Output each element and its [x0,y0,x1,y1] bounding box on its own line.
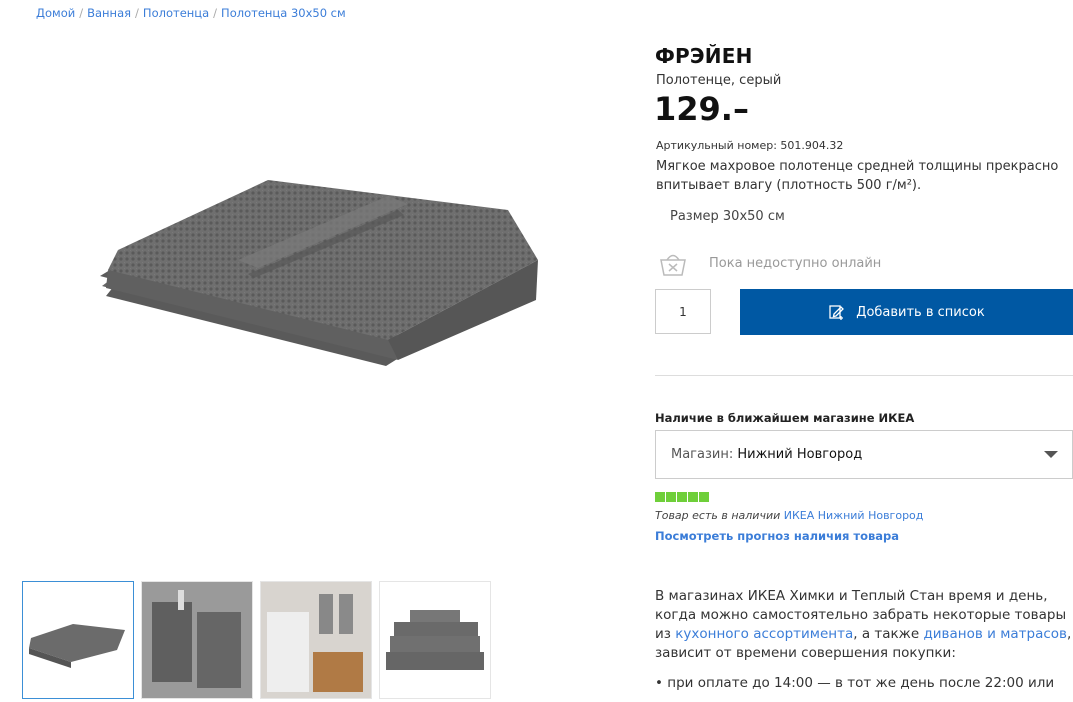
store-availability-title: Наличие в ближайшем магазине ИКЕА [655,411,915,425]
basket-unavailable-icon [660,254,686,276]
product-title: ФРЭЙЕН [655,44,753,68]
breadcrumb-home[interactable]: Домой [36,6,75,20]
store-label-text: Магазин: [671,447,734,462]
breadcrumb-towels[interactable]: Полотенца [143,6,209,20]
pickup-info: В магазинах ИКЕА Химки и Теплый Стан вре… [655,587,1073,663]
stock-level-segment [666,492,676,502]
store-select-value: Нижний Новгород [737,447,863,462]
thumbnail-1[interactable] [22,581,134,699]
thumbnail-4[interactable] [379,581,491,699]
divider [655,375,1073,376]
thumbnail-2[interactable] [141,581,253,699]
stock-status-text: Товар есть в наличии [655,509,781,522]
hanging-towels-image [142,582,252,698]
stock-level-segment [677,492,687,502]
stock-level-segment [688,492,698,502]
breadcrumb-separator: / [213,6,218,20]
thumbnail-3[interactable] [260,581,372,699]
stock-level-indicator [655,492,709,502]
online-availability: Пока недоступно онлайн [656,248,956,278]
breadcrumb-separator: / [79,6,84,20]
product-size: Размер 30x50 см [670,209,785,224]
product-description: Мягкое махровое полотенце средней толщин… [656,159,1059,193]
product-subtitle: Полотенце, серый [656,73,782,88]
stock-status: Товар есть в наличии ИКЕА Нижний Новгоро… [655,509,923,522]
towel-illustration [100,180,538,366]
pickup-info-text-2: , а также [853,626,924,642]
pickup-info-bullet: • при оплате до 14:00 — в тот же день по… [655,675,1055,691]
add-to-list-button[interactable]: Добавить в список [740,289,1073,335]
kitchen-range-link[interactable]: кухонного ассортимента [675,626,853,642]
product-main-image[interactable] [88,160,558,380]
stock-store-link[interactable]: ИКЕА Нижний Новгород [784,509,924,522]
online-availability-text: Пока недоступно онлайн [709,256,882,271]
stock-level-segment [699,492,709,502]
chevron-down-icon [1044,451,1058,458]
add-to-list-label: Добавить в список [856,304,985,320]
availability-forecast-link[interactable]: Посмотреть прогноз наличия товара [655,529,899,543]
breadcrumb: Домой / Ванная / Полотенца / Полотенца 30x50 с… [36,6,346,20]
store-select-label: Магазин: Нижний Новгород [671,447,862,462]
breadcrumb-separator: / [135,6,139,20]
sofas-mattresses-link[interactable]: диванов и матрасов [923,626,1067,642]
add-to-list-icon [829,305,845,320]
product-price: 129.– [654,90,749,128]
breadcrumb-towels-30x50[interactable]: Полотенца 30x50 см [221,6,346,20]
quantity-input[interactable] [655,289,711,334]
store-select[interactable]: Магазин: Нижний Новгород [655,430,1073,479]
bathroom-scene-image [261,582,371,698]
towel-thumbnail-image [29,624,125,668]
towel-stack-image [386,610,484,670]
breadcrumb-bathroom[interactable]: Ванная [87,6,131,20]
stock-level-segment [655,492,665,502]
article-number: Артикульный номер: 501.904.32 [656,139,844,152]
